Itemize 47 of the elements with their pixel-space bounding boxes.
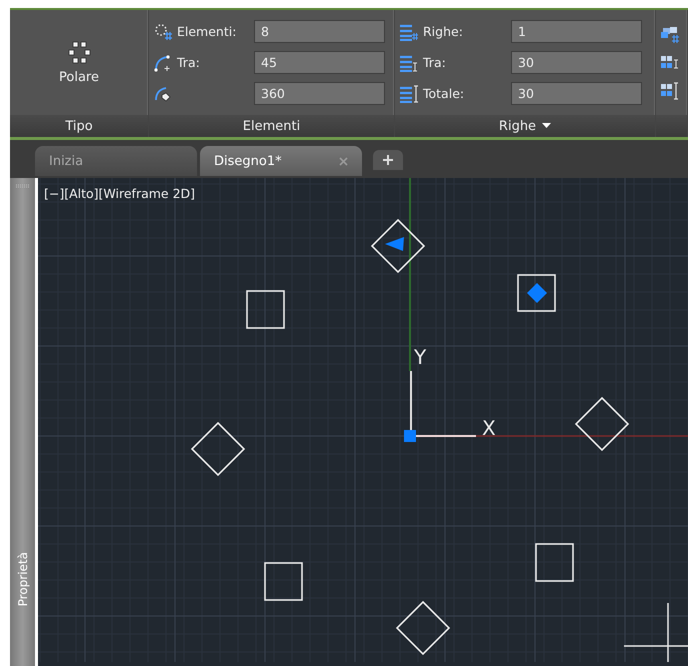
diamond-shape [396, 600, 450, 656]
caret-icon [542, 123, 552, 129]
file-tab[interactable]: Inizia [35, 146, 197, 176]
field-label: Tra: [177, 55, 201, 70]
arc-fill-icon [153, 84, 173, 102]
ucs-icon [404, 371, 476, 442]
diamond-shape [190, 422, 246, 476]
field-label: Righe: [423, 24, 464, 39]
square-shape [517, 274, 556, 312]
diamond-shape [574, 396, 630, 452]
viewport-controls[interactable]: [−][Alto][Wireframe 2D] [44, 186, 196, 201]
y-axis-label: Y [414, 345, 426, 369]
x-axis-label: X [482, 416, 496, 440]
field-label: Elementi: [177, 24, 238, 39]
plus-icon [383, 155, 393, 165]
value-field[interactable]: 1 [511, 20, 642, 43]
field-label: Tra: [423, 55, 447, 70]
panel-title: Tipo [65, 118, 93, 134]
value-field[interactable]: 30 [511, 82, 642, 105]
polar-array-icon [67, 40, 91, 64]
polar-array-button[interactable]: Polare [55, 36, 103, 89]
square-shape [246, 290, 285, 329]
dotted-circle-icon [153, 22, 173, 40]
diamond-shape [370, 218, 426, 274]
grid-spacing-icon[interactable] [660, 54, 680, 72]
grip-diamond-icon[interactable] [527, 283, 547, 303]
rows-icon [399, 22, 419, 40]
palette-label: Proprietà [16, 552, 30, 606]
field-label: Totale: [423, 86, 466, 101]
grip-icon [16, 184, 30, 188]
square-shape [264, 562, 303, 601]
crosshair-cursor [623, 602, 688, 662]
value-field[interactable]: 45 [254, 51, 385, 74]
rows-total-icon [399, 84, 419, 102]
grip-triangle-icon[interactable] [385, 237, 404, 251]
value-field[interactable]: 360 [254, 82, 385, 105]
properties-palette-bar[interactable]: Proprietà [10, 178, 35, 666]
value-field[interactable]: 30 [511, 51, 642, 74]
file-tab[interactable]: Disegno1* [200, 146, 362, 176]
value-field[interactable]: 8 [254, 20, 385, 43]
panel-title: Elementi [242, 118, 300, 134]
square-shape [535, 543, 574, 582]
grid-total-icon[interactable] [660, 82, 680, 100]
panel-title-menu[interactable]: Righe [496, 118, 554, 134]
rows-icon [399, 54, 419, 72]
boxes-icon[interactable] [660, 26, 680, 44]
new-tab-button[interactable] [373, 150, 403, 170]
